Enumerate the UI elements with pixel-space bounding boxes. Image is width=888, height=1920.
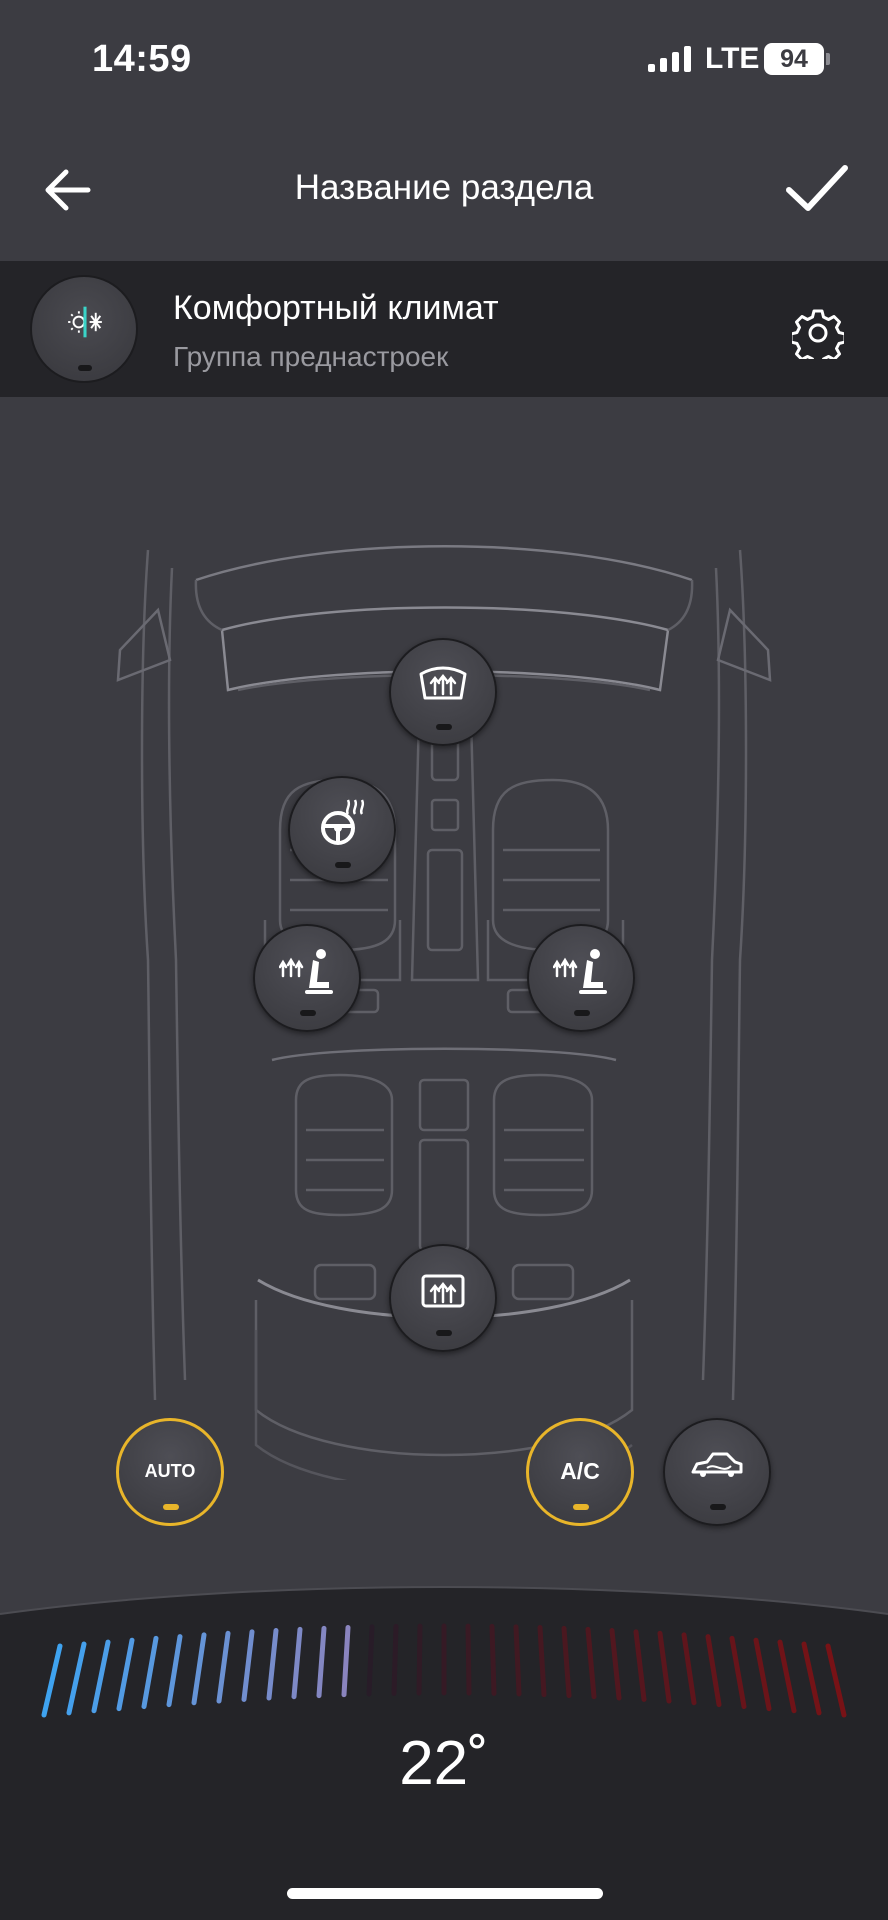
passenger-seat-heat-button[interactable] [527,924,635,1032]
temperature-tick [366,1624,375,1697]
preset-row[interactable]: Комфортный климат Группа преднастроек [0,261,888,397]
temperature-value: 22˚ [399,1729,489,1798]
temperature-tick [391,1623,399,1696]
rear-defrost-indicator [436,1330,452,1336]
rear-window-defrost-icon [421,1274,465,1308]
steering-heat-button[interactable] [288,776,396,884]
ac-indicator [573,1504,589,1510]
recirculation-indicator [710,1504,726,1510]
preset-subtitle: Группа преднастроек [173,341,449,372]
temperature-panel[interactable]: 22˚ [0,1580,888,1920]
battery-icon: 94 [764,43,824,75]
windshield-defrost-icon [419,666,467,700]
checkmark-icon[interactable] [784,158,850,218]
temperature-tick [465,1623,472,1696]
front-defrost-button[interactable] [389,638,497,746]
ac-button[interactable]: A/C [526,1418,634,1526]
status-time: 14:59 [92,38,192,80]
driver-seat-heat-button[interactable] [253,924,361,1032]
preset-name: Комфортный климат [173,289,499,327]
network-type: LTE [705,42,760,75]
car-air-recirculation-icon [691,1452,743,1477]
page-title: Название раздела [294,168,594,207]
temperature-tick [489,1623,497,1696]
battery-tip [826,53,830,65]
steering-heat-indicator [335,862,351,868]
temperature-tick [513,1624,522,1697]
heated-steering-wheel-icon [321,799,365,845]
sun-snowflake-icon [68,306,102,338]
preset-indicator [78,365,92,371]
heated-seat-icon [279,949,333,994]
cellular-signal-icon [648,46,691,72]
front-defrost-indicator [436,724,452,730]
recirculation-button[interactable] [663,1418,771,1526]
home-indicator[interactable] [287,1888,603,1899]
passenger-seat-heat-indicator [574,1010,590,1016]
nav-bar: Название раздела [0,140,888,240]
temperature-tick [416,1623,423,1696]
auto-label: AUTO [144,1461,196,1481]
ac-label: A/C [560,1458,600,1484]
rear-defrost-button[interactable] [389,1244,497,1352]
auto-button[interactable]: AUTO [116,1418,224,1526]
status-bar: 14:59 LTE 94 [0,0,888,120]
preset-icon-button[interactable] [30,275,138,383]
auto-indicator [163,1504,179,1510]
driver-seat-heat-indicator [300,1010,316,1016]
gear-icon[interactable] [792,307,844,359]
heated-seat-icon [553,949,607,994]
